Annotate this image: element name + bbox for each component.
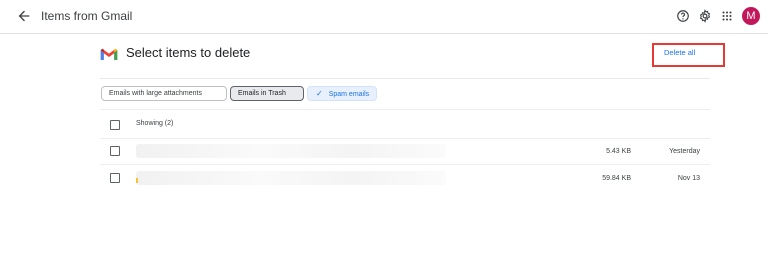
section-heading: Select items to delete [126, 45, 251, 60]
divider [100, 164, 710, 165]
email-date: Yesterday [669, 148, 700, 155]
filter-chip-label: Spam emails [328, 91, 370, 98]
check-icon: ✓ [316, 89, 323, 98]
top-bar: Items from Gmail M [0, 0, 768, 34]
settings-gear-icon[interactable] [698, 9, 712, 23]
filter-chip-trash[interactable]: Emails in Trash [230, 86, 304, 101]
filter-chip-large-attachments[interactable]: Emails with large attachments [101, 86, 227, 101]
label-marker [136, 178, 138, 183]
divider [100, 138, 710, 139]
filter-chip-spam[interactable]: ✓ Spam emails [307, 86, 377, 101]
back-arrow-icon[interactable] [16, 8, 32, 24]
apps-grid-icon[interactable] [720, 9, 734, 23]
email-size: 59.84 KB [602, 175, 631, 182]
gmail-logo-icon [100, 48, 118, 60]
page-title: Items from Gmail [41, 9, 133, 23]
filter-chip-label: Emails in Trash [238, 90, 286, 97]
filter-chip-label: Emails with large attachments [109, 90, 202, 97]
redacted-email-preview[interactable] [136, 144, 446, 158]
divider [100, 109, 710, 110]
row-checkbox[interactable] [110, 173, 120, 183]
row-checkbox[interactable] [110, 146, 120, 156]
email-size: 5.43 KB [606, 148, 631, 155]
help-icon[interactable] [676, 9, 690, 23]
showing-count: Showing (2) [136, 120, 174, 127]
account-avatar[interactable]: M [742, 7, 760, 25]
redacted-email-preview[interactable] [136, 171, 446, 185]
divider [100, 78, 710, 79]
delete-all-button[interactable]: Delete all [664, 48, 695, 57]
select-all-checkbox[interactable] [110, 120, 120, 130]
email-date: Nov 13 [677, 175, 700, 182]
